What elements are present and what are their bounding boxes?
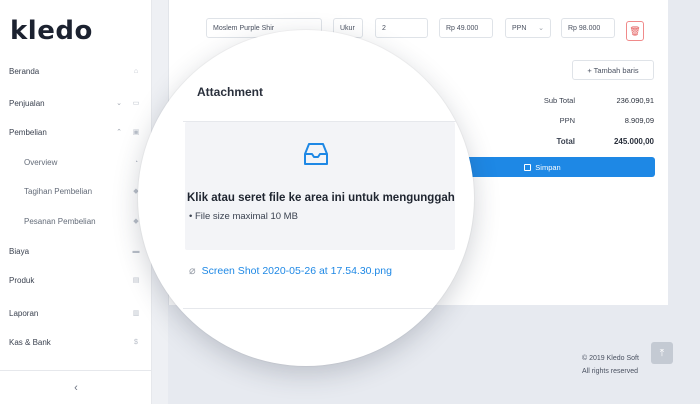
- paperclip-icon: ⌀: [189, 265, 196, 277]
- total-value: 245.000,00: [613, 137, 654, 146]
- add-row-button[interactable]: + Tambah baris: [572, 60, 654, 80]
- attached-file-link[interactable]: ⌀ Screen Shot 2020-05-26 at 17.54.30.png: [189, 264, 392, 278]
- logo[interactable]: kledo: [10, 16, 93, 46]
- ppn-label: PPN: [559, 116, 575, 125]
- sidebar-item-tagihan-pembelian[interactable]: Tagihan Pembelian ◆: [0, 180, 152, 202]
- sidebar-item-produk[interactable]: Produk ▤: [0, 269, 152, 291]
- sidebar-item-penjualan[interactable]: Penjualan ⌄ ▭: [0, 92, 152, 114]
- sidebar-item-overview[interactable]: Overview ◔: [0, 151, 152, 173]
- inbox-icon: [304, 143, 328, 165]
- add-row-label: + Tambah baris: [587, 65, 639, 75]
- sidebar-collapse-button[interactable]: ‹: [0, 370, 152, 404]
- amount-value: Rp 98.000: [568, 24, 601, 32]
- sidebar-item-label: Beranda: [9, 66, 40, 76]
- page-background: [668, 0, 700, 305]
- copyright: © 2019 Kledo Soft All rights reserved: [582, 352, 639, 378]
- magnifier-overlay: Attachment Klik atau seret file ke area …: [138, 30, 474, 366]
- sidebar: kledo Beranda ⌂ Penjualan ⌄ ▭ Pembelian …: [0, 0, 152, 404]
- sidebar-item-label: Biaya: [9, 246, 30, 256]
- rights-text: All rights reserved: [582, 368, 639, 375]
- sidebar-item-label: Pesanan Pembelian: [24, 216, 96, 226]
- dropzone-hint: • File size maximal 10 MB: [189, 211, 298, 222]
- tax-select[interactable]: PPN ⌄: [505, 18, 551, 38]
- scroll-to-top-button[interactable]: ⤒: [651, 342, 673, 364]
- sidebar-item-pesanan-pembelian[interactable]: Pesanan Pembelian ◆: [0, 210, 152, 232]
- trash-icon: 🗑: [629, 25, 641, 36]
- dropzone-text: Klik atau seret file ke area ini untuk m…: [187, 192, 455, 204]
- sidebar-item-laporan[interactable]: Laporan ▥: [0, 302, 152, 324]
- sidebar-item-pembelian[interactable]: Pembelian ⌃ ▣: [0, 121, 152, 143]
- copyright-text: © 2019 Kledo Soft: [582, 355, 639, 362]
- delete-row-button[interactable]: 🗑: [626, 21, 644, 41]
- chevron-up-icon: ⌃: [116, 129, 122, 136]
- arrow-up-icon: ⤒: [659, 347, 665, 359]
- tax-value: PPN: [512, 24, 527, 32]
- sidebar-item-label: Produk: [9, 275, 35, 285]
- total-label: Total: [556, 137, 575, 146]
- sidebar-item-label: Tagihan Pembelian: [24, 186, 93, 196]
- sidebar-item-label: Overview: [24, 157, 58, 167]
- ppn-value: 8.909,09: [624, 116, 654, 125]
- subtotal-label: Sub Total: [543, 96, 575, 105]
- sidebar-item-label: Kas & Bank: [9, 337, 51, 347]
- sidebar-item-biaya[interactable]: Biaya ▬: [0, 240, 152, 262]
- sidebar-item-kas-bank[interactable]: Kas & Bank $: [0, 331, 152, 353]
- attachment-title: Attachment: [197, 85, 264, 99]
- sidebar-item-beranda[interactable]: Beranda ⌂: [0, 60, 152, 82]
- save-icon: [524, 163, 532, 171]
- sidebar-item-label: Penjualan: [9, 98, 45, 108]
- subtotal-value: 236.090,91: [616, 96, 654, 105]
- sidebar-item-label: Laporan: [9, 308, 39, 318]
- chevron-down-icon: ⌄: [116, 100, 122, 107]
- sidebar-item-label: Pembelian: [9, 127, 47, 137]
- chevron-down-icon: ⌄: [538, 25, 544, 32]
- chevron-left-icon: ‹: [74, 381, 78, 394]
- divider: [183, 308, 473, 309]
- attached-file-name: Screen Shot 2020-05-26 at 17.54.30.png: [201, 264, 392, 277]
- save-label: Simpan: [535, 162, 561, 172]
- amount-field: Rp 98.000: [561, 18, 615, 38]
